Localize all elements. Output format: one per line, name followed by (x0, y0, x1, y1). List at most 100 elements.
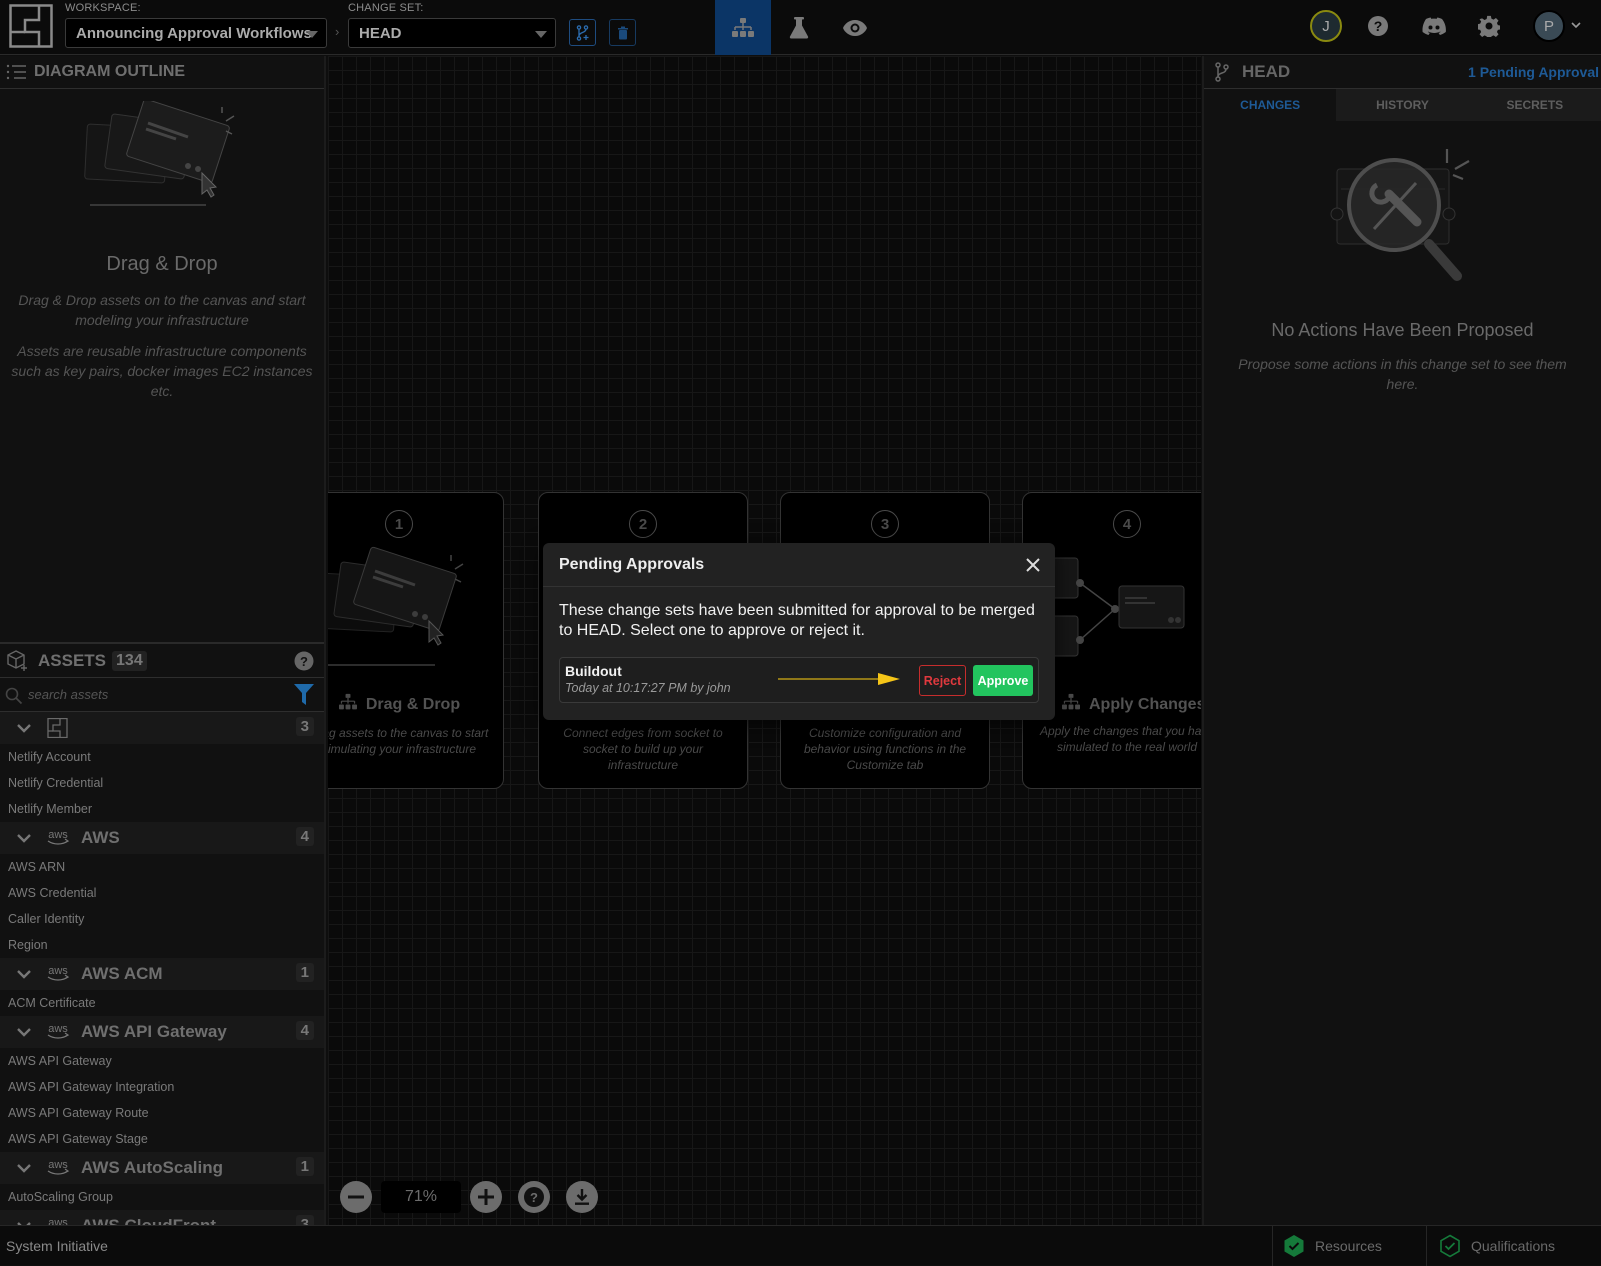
step-number: 1 (385, 510, 413, 538)
asset-item[interactable]: AWS API Gateway Stage (0, 1126, 324, 1152)
caret-down-icon (306, 31, 318, 38)
aws-logo-icon: aws (48, 1217, 68, 1225)
chevron-down-icon (17, 970, 31, 979)
download-button[interactable] (566, 1181, 598, 1213)
svg-text:?: ? (1374, 18, 1383, 34)
asset-item[interactable]: AutoScaling Group (0, 1184, 324, 1210)
category-count: 4 (295, 1021, 314, 1040)
workspace-label: WORKSPACE: (65, 2, 141, 14)
aws-logo-icon: aws (47, 1159, 70, 1175)
tab-secrets[interactable]: SECRETS (1469, 89, 1601, 121)
user-menu-chevron-icon[interactable] (1571, 22, 1581, 29)
right-panel-tabs: CHANGES HISTORY SECRETS (1204, 89, 1601, 121)
no-actions-description: Propose some actions in this change set … (1238, 356, 1567, 392)
workspace-dropdown[interactable]: Announcing Approval Workflows (65, 18, 327, 48)
category-name: AWS CloudFront (81, 1216, 216, 1225)
category-count: 1 (295, 963, 314, 982)
breadcrumb-chevron-icon: › (335, 24, 340, 39)
qualifications-status[interactable]: Qualifications (1426, 1226, 1601, 1266)
category-name: AWS API Gateway (81, 1022, 227, 1041)
zoom-in-button[interactable] (470, 1181, 502, 1213)
asset-item[interactable]: AWS API Gateway Integration (0, 1074, 324, 1100)
diagram-outline-title: DIAGRAM OUTLINE (34, 63, 186, 80)
asset-item[interactable]: Netlify Account (0, 744, 324, 770)
asset-category[interactable]: 3 (0, 712, 324, 744)
discord-button[interactable] (1420, 12, 1448, 40)
asset-item[interactable]: AWS ARN (0, 854, 324, 880)
asset-item[interactable]: ACM Certificate (0, 990, 324, 1016)
modal-title: Pending Approvals (559, 555, 705, 573)
asset-item[interactable]: Region (0, 932, 324, 958)
chevron-down-icon (17, 1028, 31, 1037)
plus-icon (478, 1189, 494, 1205)
right-panel: HEAD 1 Pending Approval CHANGES HISTORY … (1202, 56, 1601, 1225)
assets-title: ASSETS (38, 650, 107, 670)
assets-help-icon[interactable]: ? (294, 651, 314, 671)
asset-item[interactable]: AWS API Gateway Route (0, 1100, 324, 1126)
check-hexagon-outline-icon (1440, 1234, 1460, 1258)
nav-tab-customize[interactable] (771, 0, 827, 55)
step-number: 3 (871, 510, 899, 538)
asset-item[interactable]: Netlify Credential (0, 770, 324, 796)
nav-tab-view[interactable] (827, 0, 883, 55)
chevron-down-icon (17, 834, 31, 843)
aws-logo-icon: aws (47, 965, 70, 981)
zoom-out-button[interactable] (340, 1181, 372, 1213)
category-count: 3 (295, 717, 314, 736)
gear-icon (1478, 15, 1500, 37)
asset-category[interactable]: aws AWS 4 (0, 822, 324, 854)
step-number: 4 (1113, 510, 1141, 538)
changeset-name: Buildout (565, 663, 622, 679)
tab-changes[interactable]: CHANGES (1204, 89, 1337, 121)
nav-tab-model[interactable] (715, 0, 771, 55)
pending-approval-link[interactable]: 1 Pending Approval (1468, 64, 1599, 80)
qualifications-label: Qualifications (1471, 1238, 1556, 1254)
tab-history[interactable]: HISTORY (1336, 89, 1468, 121)
system-initiative-logo[interactable] (9, 4, 53, 48)
assets-panel: ASSETS 134 ? 3 Netlify AccountNetlify Cre… (0, 642, 324, 1225)
download-icon (575, 1189, 589, 1205)
delete-changeset-button[interactable] (609, 19, 636, 46)
asset-item[interactable]: AWS API Gateway (0, 1048, 324, 1074)
approve-button[interactable]: Approve (973, 665, 1033, 696)
asset-category[interactable]: aws AWS API Gateway 4 (0, 1016, 324, 1048)
workspace-value: Announcing Approval Workflows (76, 24, 312, 42)
settings-button[interactable] (1475, 12, 1503, 40)
request-meta: Today at 10:17:27 PM by john (565, 681, 731, 695)
diagram-icon (338, 693, 357, 710)
question-circle-icon: ? (524, 1187, 544, 1207)
minus-icon (348, 1195, 364, 1199)
canvas-help-button[interactable]: ? (518, 1181, 550, 1213)
chevron-down-icon (17, 724, 31, 733)
zoom-controls: 71% ? (340, 1177, 598, 1217)
chevron-down-icon (17, 1164, 31, 1173)
assets-count-badge: 134 (112, 650, 147, 671)
reject-button[interactable]: Reject (919, 665, 966, 696)
card-description: Connect edges from socket to socket to b… (563, 726, 723, 772)
asset-item[interactable]: Netlify Member (0, 796, 324, 822)
drag-drop-description: Drag & Drop assets on to the canvas and … (18, 292, 306, 328)
modal-description: These change sets have been submitted fo… (559, 602, 1035, 639)
category-name: AWS ACM (81, 964, 163, 983)
changeset-dropdown[interactable]: HEAD (348, 18, 556, 48)
collaborator-avatar[interactable]: J (1310, 10, 1342, 42)
create-changeset-button[interactable] (569, 19, 596, 46)
zoom-level[interactable]: 71% (381, 1181, 461, 1213)
resources-status[interactable]: Resources (1272, 1226, 1426, 1266)
user-avatar[interactable]: P (1533, 10, 1565, 42)
asset-category[interactable]: aws AWS AutoScaling 1 (0, 1152, 324, 1184)
list-icon (6, 64, 26, 80)
close-icon[interactable] (1023, 555, 1043, 575)
asset-item[interactable]: AWS Credential (0, 880, 324, 906)
top-bar: WORKSPACE: Announcing Approval Workflows… (0, 0, 1601, 55)
asset-category[interactable]: aws AWS CloudFront 3 (0, 1210, 324, 1225)
approval-request-row[interactable]: Buildout Today at 10:17:27 PM by john Re… (559, 657, 1039, 703)
filter-icon[interactable] (294, 684, 314, 706)
asset-search-input[interactable] (28, 687, 278, 702)
asset-category[interactable]: aws AWS ACM 1 (0, 958, 324, 990)
help-button[interactable]: ? (1364, 12, 1392, 40)
search-icon (5, 687, 23, 705)
asset-item[interactable]: Caller Identity (0, 906, 324, 932)
modal-body: These change sets have been submitted fo… (543, 587, 1055, 703)
trash-icon (617, 26, 628, 39)
